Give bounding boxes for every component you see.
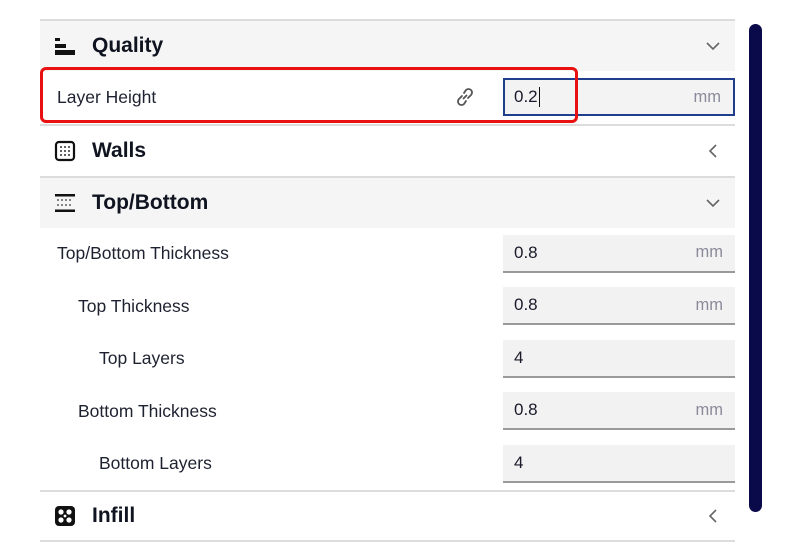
setting-label: Top/Bottom Thickness bbox=[57, 243, 229, 264]
input-value: 0.2 bbox=[514, 87, 541, 108]
text-caret bbox=[538, 87, 541, 108]
input-value: 0.8 bbox=[514, 400, 538, 419]
section-header-infill[interactable]: Infill bbox=[40, 490, 735, 542]
setting-label: Bottom Thickness bbox=[78, 400, 217, 421]
unit-label: mm bbox=[695, 243, 724, 261]
top-layers-input[interactable]: 4 bbox=[503, 339, 735, 378]
chevron-down-icon[interactable] bbox=[705, 195, 721, 211]
top-thickness-input[interactable]: 0.8 mm bbox=[503, 287, 735, 325]
input-value: 0.8 bbox=[514, 295, 538, 314]
input-value: 0.8 bbox=[514, 242, 538, 262]
section-header-walls[interactable]: Walls bbox=[40, 123, 735, 176]
layer-height-input[interactable]: 0.2 mm bbox=[503, 78, 735, 116]
bottom-thickness-input[interactable]: 0.8 mm bbox=[503, 392, 735, 430]
unit-label: mm bbox=[695, 295, 724, 314]
setting-label: Top Thickness bbox=[78, 295, 190, 316]
walls-icon bbox=[54, 140, 76, 162]
bottom-layers-input[interactable]: 4 bbox=[503, 444, 735, 483]
top-bottom-thickness-input[interactable]: 0.8 mm bbox=[503, 234, 735, 273]
section-header-quality[interactable]: Quality bbox=[40, 19, 735, 71]
input-value: 4 bbox=[514, 347, 524, 367]
setting-row-top-thickness: Top Thickness 0.8 mm bbox=[40, 280, 735, 333]
print-settings-panel: Quality Layer Height 0.2 mm Walls Top/Bo… bbox=[40, 19, 735, 542]
section-header-top-bottom[interactable]: Top/Bottom bbox=[40, 175, 735, 228]
unit-label: mm bbox=[693, 87, 722, 106]
top-bottom-icon bbox=[54, 192, 76, 214]
link-icon[interactable] bbox=[453, 85, 477, 109]
setting-label: Top Layers bbox=[99, 348, 185, 369]
unit-label: mm bbox=[695, 400, 724, 419]
chevron-down-icon[interactable] bbox=[705, 38, 721, 54]
section-title: Quality bbox=[92, 34, 164, 57]
chevron-left-icon[interactable] bbox=[705, 143, 721, 159]
section-title: Walls bbox=[92, 138, 147, 162]
section-title: Top/Bottom bbox=[92, 190, 209, 214]
infill-icon bbox=[54, 505, 76, 527]
quality-layers-icon bbox=[54, 35, 76, 57]
setting-label: Bottom Layers bbox=[99, 453, 212, 474]
setting-row-bottom-thickness: Bottom Thickness 0.8 mm bbox=[40, 385, 735, 438]
section-title: Infill bbox=[92, 504, 136, 527]
input-value: 4 bbox=[514, 452, 524, 472]
setting-row-top-layers: Top Layers 4 bbox=[40, 333, 735, 386]
setting-row-bottom-layers: Bottom Layers 4 bbox=[40, 438, 735, 491]
chevron-left-icon[interactable] bbox=[705, 508, 721, 524]
setting-row-layer-height: Layer Height 0.2 mm bbox=[40, 71, 735, 124]
setting-row-top-bottom-thickness: Top/Bottom Thickness 0.8 mm bbox=[40, 228, 735, 281]
vertical-scrollbar[interactable] bbox=[749, 24, 762, 512]
setting-label: Layer Height bbox=[57, 86, 157, 107]
